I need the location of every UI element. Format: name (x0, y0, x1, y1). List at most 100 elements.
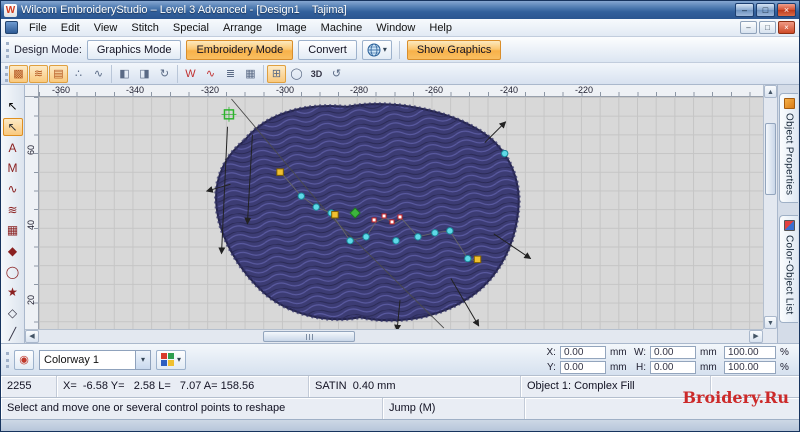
run-stitch-icon[interactable]: ∿ (201, 65, 220, 83)
toolbar-grip[interactable] (6, 351, 9, 368)
ruler-label: -360 (51, 85, 71, 95)
convert-button[interactable]: Convert (298, 39, 357, 60)
menu-arrange[interactable]: Arrange (216, 21, 269, 35)
show-outlines-icon[interactable]: ▤ (49, 64, 68, 83)
horizontal-scrollbar[interactable]: ◀ ▶ (25, 329, 763, 343)
mdi-minimize-button[interactable]: – (740, 21, 757, 34)
minimize-button[interactable]: – (735, 3, 754, 17)
mdi-restore-button[interactable]: □ (759, 21, 776, 34)
document-icon[interactable] (5, 21, 18, 34)
fill-tool-icon[interactable]: ▦ (3, 221, 23, 240)
window-title: Wilcom EmbroideryStudio – Level 3 Advanc… (21, 4, 347, 16)
menu-edit[interactable]: Edit (54, 21, 87, 35)
truview-icon[interactable]: ▩ (9, 64, 28, 83)
status-bar-hint: Select and move one or several control p… (1, 397, 799, 419)
globe-dropdown-caret: ▾ (382, 45, 387, 54)
maximize-button[interactable]: □ (756, 3, 775, 17)
mdi-close-button[interactable]: × (778, 21, 795, 34)
rotate-icon[interactable]: ↻ (155, 65, 174, 83)
show-connectors-icon[interactable]: ∿ (89, 65, 108, 83)
lettering-tool-icon[interactable]: A (3, 138, 23, 157)
show-graphics-button[interactable]: Show Graphics (406, 39, 502, 60)
redraw-icon[interactable]: ↺ (327, 65, 346, 83)
horizontal-scroll-thumb[interactable] (263, 331, 355, 342)
design-mode-label: Design Mode: (14, 43, 82, 56)
colorway-value: Colorway 1 (44, 353, 100, 366)
ruler-label: -220 (574, 85, 594, 95)
star-tool-icon[interactable]: ★ (3, 283, 23, 302)
run-tool-icon[interactable]: ∿ (3, 180, 23, 199)
scroll-left-arrow[interactable]: ◀ (25, 330, 39, 343)
menu-image[interactable]: Image (269, 21, 314, 35)
stitch-list-icon[interactable]: ≣ (221, 65, 240, 83)
menu-special[interactable]: Special (166, 21, 216, 35)
menu-help[interactable]: Help (422, 21, 459, 35)
applique-tool-icon[interactable]: ◆ (3, 242, 23, 261)
vertical-scrollbar[interactable]: ▲ ▼ (763, 85, 777, 329)
monogram-tool-icon[interactable]: M (3, 159, 23, 178)
scroll-right-arrow[interactable]: ▶ (749, 330, 763, 343)
scale-y-input[interactable] (724, 360, 776, 374)
machine-function: Jump (M) (383, 398, 525, 419)
design-canvas[interactable] (39, 97, 763, 329)
show-needle-points-icon[interactable]: ∴ (69, 65, 88, 83)
scroll-down-arrow[interactable]: ▼ (764, 316, 777, 329)
vertical-scroll-thumb[interactable] (765, 123, 776, 195)
app-window: W Wilcom EmbroideryStudio – Level 3 Adva… (0, 0, 800, 432)
reshape-tool-icon[interactable]: ↖ (2, 117, 23, 137)
tab-color-object-list[interactable]: Color-Object List (779, 215, 798, 323)
chevron-down-icon[interactable]: ▾ (135, 350, 150, 369)
hoop-globe-button[interactable]: ▾ (361, 39, 392, 60)
y-input[interactable] (559, 360, 606, 374)
menu-window[interactable]: Window (369, 21, 422, 35)
thread-colors-icon[interactable]: ◉ (14, 349, 34, 370)
mirror-horizontal-icon[interactable]: ◧ (115, 65, 134, 83)
toolbar-grip[interactable] (5, 65, 8, 82)
menu-file[interactable]: File (22, 21, 54, 35)
node-tool-icon[interactable]: ◇ (3, 304, 23, 323)
status-area: 2255 X= -6.58 Y= 2.58 L= 7.07 A= 158.56 … (1, 375, 799, 419)
workspace: ↖ ↖ A M ∿ ≋ ▦ ◆ ◯ ★ ◇ ╱ -360 -340 -320 -… (1, 85, 799, 343)
w-input[interactable] (650, 345, 696, 359)
graphics-mode-button[interactable]: Graphics Mode (86, 39, 182, 60)
tab-label: Color-Object List (783, 235, 795, 315)
ruler-label: -260 (424, 85, 444, 95)
menu-machine[interactable]: Machine (314, 21, 370, 35)
color-palette-button[interactable]: ▾ (156, 349, 187, 370)
view-toolbar: ▩ ≋ ▤ ∴ ∿ ◧ ◨ ↻ W ∿ ≣ ▦ ⊞ ◯ 3D ↺ (1, 63, 799, 85)
menu-stitch[interactable]: Stitch (124, 21, 166, 35)
stitch-count: 2255 (1, 376, 57, 397)
mirror-vertical-icon[interactable]: ◨ (135, 65, 154, 83)
embroidery-mode-button[interactable]: Embroidery Mode (186, 39, 294, 60)
scale-x-unit: % (780, 346, 789, 358)
satin-tool-icon[interactable]: ≋ (3, 200, 23, 219)
scroll-up-arrow[interactable]: ▲ (764, 85, 777, 98)
x-input[interactable] (559, 345, 606, 359)
lettering-icon[interactable]: W (181, 65, 200, 83)
mode-toolbar: Design Mode: Graphics Mode Embroidery Mo… (1, 37, 799, 63)
grid-toggle-icon[interactable]: ⊞ (267, 64, 286, 83)
ruler-label: -280 (349, 85, 369, 95)
palette-dropdown-caret: ▾ (177, 355, 182, 364)
show-stitches-icon[interactable]: ≋ (29, 64, 48, 83)
select-tool-icon[interactable]: ↖ (3, 97, 23, 116)
h-input[interactable] (650, 360, 696, 374)
h-label: H: (636, 361, 646, 373)
separator (177, 64, 178, 83)
close-button[interactable]: × (777, 3, 796, 17)
measure-tool-icon[interactable]: ╱ (3, 324, 23, 343)
menu-view[interactable]: View (87, 21, 125, 35)
separator (263, 64, 264, 83)
ellipse-tool-icon[interactable]: ◯ (3, 262, 23, 281)
tab-object-properties[interactable]: Object Properties (779, 93, 798, 204)
toolbar-grip[interactable] (6, 41, 9, 58)
vertical-ruler: 60 40 20 (25, 97, 39, 329)
scale-x-input[interactable] (724, 345, 776, 359)
embroidery-object[interactable] (214, 102, 521, 323)
colorway-dropdown[interactable]: Colorway 1 ▾ (39, 349, 151, 370)
design-canvas-svg (205, 98, 532, 329)
3d-view-icon[interactable]: 3D (307, 65, 326, 83)
globe-icon (367, 43, 381, 56)
hoop-toggle-icon[interactable]: ◯ (287, 65, 306, 83)
overview-window-icon[interactable]: ▦ (241, 65, 260, 83)
